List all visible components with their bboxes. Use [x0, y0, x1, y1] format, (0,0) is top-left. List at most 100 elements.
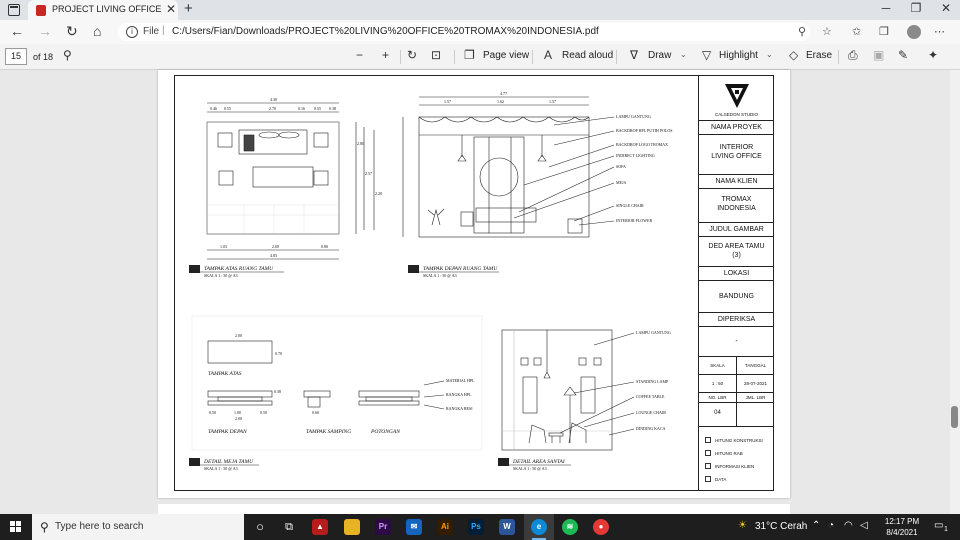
browser-tab[interactable]: PROJECT LIVING OFFICE TROMAX ✕: [28, 0, 178, 20]
dim-text: 2.00: [235, 333, 242, 338]
minimize-icon[interactable]: ─: [876, 1, 896, 15]
illustrator-icon[interactable]: Ai: [437, 519, 453, 535]
read-aloud-icon[interactable]: A: [544, 48, 552, 62]
studio-logo-cell: CALSEDON STUDIO: [699, 75, 774, 121]
plan-table: [252, 166, 314, 188]
window-menu-icon[interactable]: [8, 4, 20, 16]
elevation-label: INDIRECT LIGHTING: [616, 153, 655, 158]
weather-text[interactable]: 31°C Cerah: [755, 521, 807, 532]
premiere-icon[interactable]: Pr: [375, 519, 391, 535]
dim-text: 0.55: [314, 106, 321, 111]
checkbox-rab[interactable]: [705, 450, 711, 456]
file-explorer-icon[interactable]: [344, 519, 360, 535]
taskbar-search[interactable]: ⚲ Type here to search: [32, 514, 244, 540]
draw-chevron-icon[interactable]: ⌄: [680, 50, 687, 59]
chrome-icon[interactable]: ●: [593, 519, 609, 535]
fit-page-icon[interactable]: ⊡: [431, 48, 441, 62]
volume-icon[interactable]: ◁: [860, 520, 868, 531]
info-icon[interactable]: i: [126, 26, 138, 38]
wifi-icon[interactable]: ◠: [844, 520, 853, 531]
highlight-icon[interactable]: ▽: [702, 48, 711, 62]
mail-icon[interactable]: ✉: [406, 519, 422, 535]
cortana-icon[interactable]: ○: [252, 519, 268, 535]
draw-icon[interactable]: ∇: [630, 48, 638, 62]
project-line: INTERIOR: [719, 144, 754, 151]
taskbar: ⚲ Type here to search ○ ⧉ ▲ Pr ✉ Ai Ps W…: [0, 514, 960, 540]
add-favorite-icon[interactable]: ☆: [822, 25, 832, 38]
checkbox-data[interactable]: [705, 476, 711, 482]
chevron-up-icon[interactable]: ⌃: [812, 520, 820, 531]
highlight-chevron-icon[interactable]: ⌄: [766, 50, 773, 59]
clock[interactable]: 12:17 PM 8/4/2021: [880, 516, 924, 538]
more-options-icon[interactable]: ⋯: [934, 25, 945, 38]
save-as-icon[interactable]: ✎: [898, 48, 908, 62]
elevation-label: LAMPU GANTUNG: [616, 114, 651, 119]
pin-toolbar-icon[interactable]: ✦: [928, 48, 938, 62]
address-bar[interactable]: i File | C:/Users/Fian/Downloads/PROJECT…: [118, 23, 810, 41]
start-icon[interactable]: [10, 521, 22, 533]
forward-icon[interactable]: →: [38, 23, 52, 39]
scrollbar-thumb[interactable]: [951, 406, 958, 428]
url-text[interactable]: C:/Users/Fian/Downloads/PROJECT%20LIVING…: [172, 26, 599, 37]
highlight-button[interactable]: Highlight: [719, 50, 758, 61]
zoom-out-icon[interactable]: −: [356, 48, 363, 62]
close-tab-icon[interactable]: ✕: [166, 2, 176, 16]
home-icon[interactable]: ⌂: [93, 23, 101, 39]
erase-icon[interactable]: ◇: [789, 48, 798, 62]
favorites-icon[interactable]: ✩: [852, 25, 861, 38]
photoshop-icon[interactable]: Ps: [468, 519, 484, 535]
santai-label: COFFEE TABLE: [636, 394, 665, 399]
dim-text: 1.03: [220, 244, 227, 249]
zoom-icon[interactable]: ⚲: [798, 25, 806, 38]
checklist-label: INFORMASI KLIEN: [715, 464, 755, 469]
scrollbar-track[interactable]: [950, 70, 960, 514]
pdf-viewer[interactable]: 4.30 0.46 0.55 2.70 0.16 0.55 0.38 1.03 …: [0, 70, 960, 516]
dim-text: 0.38: [274, 389, 281, 394]
dim-text: 1.00: [234, 410, 241, 415]
erase-button[interactable]: Erase: [806, 50, 832, 61]
dim-text: 2.00: [272, 244, 279, 249]
table-label: RANGKA BESI: [446, 406, 473, 411]
url-scheme: File: [143, 26, 160, 37]
checkbox-client-info[interactable]: [705, 463, 711, 469]
read-aloud-button[interactable]: Read aloud: [562, 50, 613, 61]
rotate-icon[interactable]: ↻: [407, 48, 417, 62]
collections-icon[interactable]: ❐: [879, 25, 889, 38]
task-view-icon[interactable]: ⧉: [281, 519, 297, 535]
close-window-icon[interactable]: ✕: [936, 1, 956, 15]
dim-text: 0.16: [298, 106, 305, 111]
notification-icon[interactable]: ▭: [934, 520, 943, 531]
dim-text: 0.60: [312, 410, 319, 415]
back-icon[interactable]: ←: [10, 23, 24, 39]
page-view-icon[interactable]: ❐: [464, 48, 475, 62]
page-number-input[interactable]: 15: [5, 48, 27, 65]
zoom-in-icon[interactable]: +: [382, 48, 389, 62]
refresh-icon[interactable]: ↻: [66, 23, 78, 40]
location-value: BANDUNG: [699, 281, 774, 313]
save-icon[interactable]: ▣: [873, 48, 884, 62]
sheet-values: 04: [699, 403, 774, 427]
page-view-button[interactable]: Page view: [483, 50, 529, 61]
maximize-icon[interactable]: ❐: [906, 1, 926, 15]
search-icon[interactable]: ⚲: [63, 48, 72, 62]
table-label: MATERIAL HPL: [446, 378, 475, 383]
draw-button[interactable]: Draw: [648, 50, 671, 61]
tab-title: PROJECT LIVING OFFICE TROMAX: [52, 4, 162, 14]
elevation-label: BACKDROP LOGO TROMAX: [616, 142, 668, 147]
network-icon[interactable]: ◔: [828, 520, 834, 531]
checkbox-construction[interactable]: [705, 437, 711, 443]
game-app-icon[interactable]: ▲: [312, 519, 328, 535]
caption: DETAIL AREA SANTAI: [512, 459, 566, 465]
weather-icon[interactable]: ☀: [738, 520, 747, 531]
address-bar-area: ← → ↻ ⌂ i File | C:/Users/Fian/Downloads…: [0, 20, 960, 44]
elevation-label: SOFA: [616, 164, 626, 169]
edge-icon[interactable]: e: [531, 519, 547, 535]
dim-text: 4.30: [270, 97, 277, 102]
spotify-icon[interactable]: ≋: [562, 519, 578, 535]
url-separator: |: [162, 25, 165, 36]
project-label: NAMA PROYEK: [699, 121, 774, 135]
profile-avatar[interactable]: [907, 25, 921, 39]
print-icon[interactable]: ⎙: [848, 48, 858, 63]
new-tab-icon[interactable]: +: [184, 0, 193, 17]
word-icon[interactable]: W: [499, 519, 515, 535]
